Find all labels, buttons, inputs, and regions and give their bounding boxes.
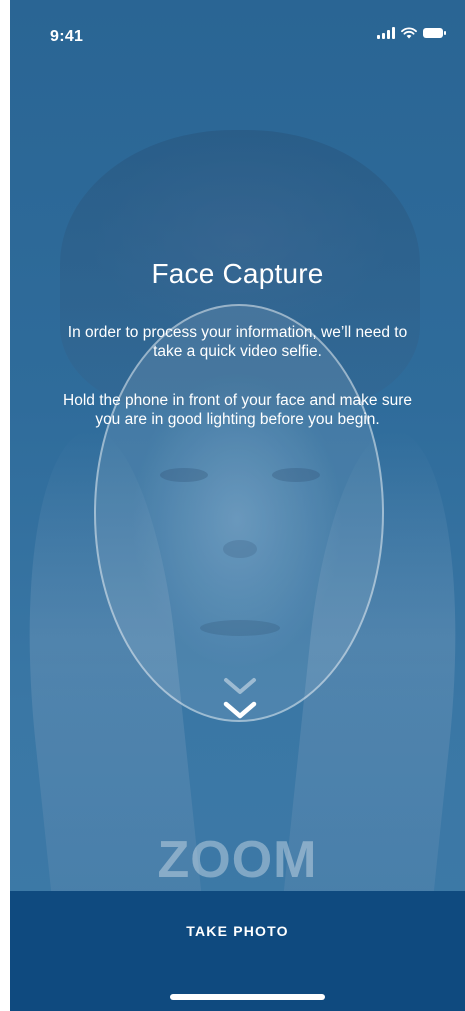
status-icons (377, 27, 446, 39)
scroll-hint-chevrons (223, 678, 257, 719)
status-bar: 9:41 (10, 0, 465, 70)
phone-screen: 9:41 Face Capture In order to process yo… (10, 0, 465, 1011)
battery-icon (423, 28, 446, 38)
chevron-down-icon (223, 701, 257, 719)
face-guide-oval (94, 304, 384, 722)
home-indicator[interactable] (170, 994, 325, 1000)
take-photo-button[interactable]: TAKE PHOTO (10, 891, 465, 971)
chevron-down-icon (224, 678, 256, 694)
signal-icon (377, 27, 395, 39)
brand-logo: ZOOM (157, 831, 318, 889)
instructions-text: Hold the phone in front of your face and… (63, 392, 412, 428)
action-bar: TAKE PHOTO (10, 891, 465, 1011)
wifi-icon (401, 27, 417, 39)
status-time: 9:41 (50, 28, 84, 45)
page-title: Face Capture (151, 258, 324, 289)
intro-text: In order to process your information, we… (67, 324, 408, 360)
